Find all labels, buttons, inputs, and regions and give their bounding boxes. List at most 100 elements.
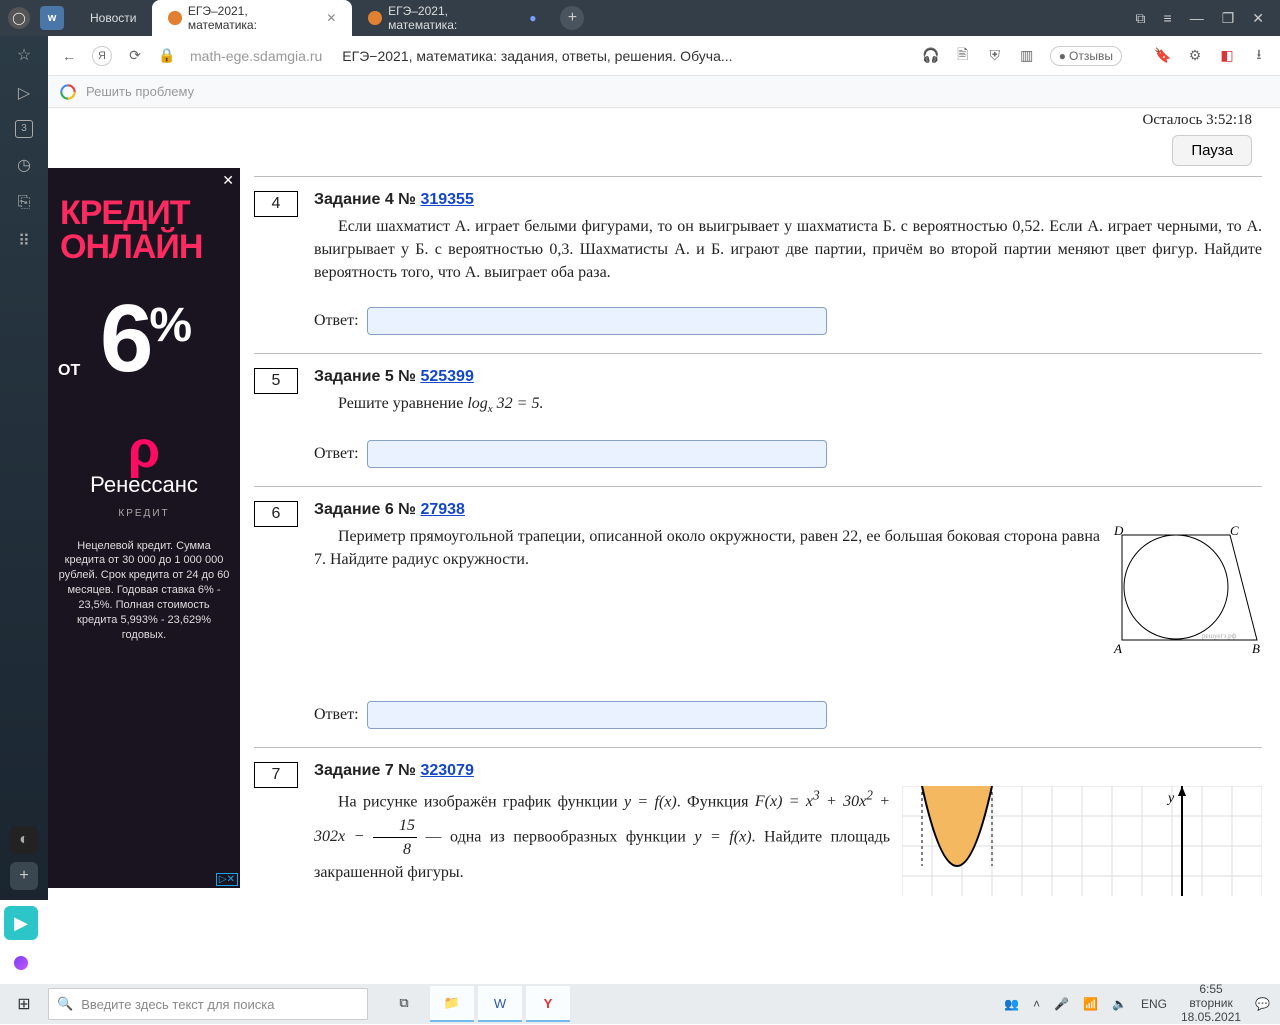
bookmark-icon[interactable]: 🔖 [1154,47,1172,64]
favorites-icon[interactable]: ☆ [13,44,35,66]
media-icon[interactable]: ▷ [13,82,35,104]
add-icon[interactable]: + [10,862,38,890]
task-4: 4 Задание 4 № 319355 Если шахматист А. и… [254,191,1262,335]
fig-label-y: y [1166,791,1175,806]
tab-label: ЕГЭ–2021, математика: [188,4,315,32]
vk-icon[interactable]: w [40,6,64,30]
mic-icon[interactable]: 🎤 [1054,997,1069,1011]
search-icon: 🔍 [57,996,73,1012]
shield-icon[interactable]: ⛨ [986,47,1004,64]
task-figure: y [902,786,1262,896]
tray-up-icon[interactable]: ˄ [1033,997,1040,1011]
yandex-browser-icon[interactable]: Y [526,986,570,1022]
stats-icon[interactable]: ▥ [1018,47,1036,64]
volume-icon[interactable]: 🔈 [1112,997,1127,1011]
explorer-icon[interactable]: 📁 [430,986,474,1022]
task-7: 7 Задание 7 № 323079 y На рисунке изобра… [254,762,1262,884]
ad-close-icon[interactable]: ✕ [222,172,234,189]
lock-icon: 🔒 [158,47,176,64]
google-icon [60,84,76,100]
task-text: Если шахматист А. играет белыми фигурами… [314,215,1262,285]
task-id-link[interactable]: 319355 [420,191,473,208]
task-title-text: Задание 4 № [314,191,420,208]
close-icon[interactable]: ✕ [326,11,336,25]
answer-label: Ответ: [314,445,359,463]
maximize-icon[interactable]: ❐ [1222,10,1235,27]
time-text: 6:55 [1181,983,1241,997]
wifi-icon[interactable]: 📶 [1083,997,1098,1011]
close-window-icon[interactable]: ✕ [1252,10,1264,27]
music-app-icon[interactable]: ▶ [4,906,38,940]
pause-button[interactable]: Пауза [1172,135,1252,166]
windows-taskbar: ⊞ 🔍 Введите здесь текст для поиска ⧉ 📁 W… [0,984,1280,1024]
task-text: Периметр прямоугольной трапеции, описанн… [314,525,1102,571]
language-indicator[interactable]: ENG [1141,997,1167,1011]
fig-label-B: B [1252,641,1260,655]
word-icon[interactable]: W [478,986,522,1022]
task-title-text: Задание 7 № [314,762,420,779]
task-5: 5 Задание 5 № 525399 Решите уравнение lo… [254,368,1262,468]
floating-dock: ▶ [4,906,38,980]
clock[interactable]: 6:55 вторник 18.05.2021 [1181,983,1241,1024]
answer-input[interactable] [367,307,827,335]
task-id-link[interactable]: 525399 [420,368,473,385]
tab-label: ЕГЭ–2021, математика: [388,4,517,32]
ad-brand: Ренессанс [90,472,198,497]
separator [254,176,1262,177]
close-icon[interactable]: ● [529,11,536,25]
task-id-link[interactable]: 27938 [420,501,465,518]
task-number: 6 [254,501,298,527]
adchoices-icon[interactable]: ▷✕ [216,873,238,886]
separator [254,747,1262,748]
task-number: 5 [254,368,298,394]
ad-logo-icon: ρ [48,430,240,472]
task-text-pre: Решите уравнение [338,395,467,412]
tab-active[interactable]: ЕГЭ–2021, математика: ✕ [152,0,352,36]
notifications-icon[interactable]: 💬 [1255,997,1270,1011]
alice-icon[interactable] [4,946,38,980]
ad-fineprint: Нецелевой кредит. Сумма кредита от 30 00… [48,519,240,663]
page-title: ЕГЭ−2021, математика: задания, ответы, р… [342,48,907,64]
extension-icon[interactable]: ⚙ [1186,47,1204,64]
url-text[interactable]: math-ege.sdamgia.ru [190,48,322,64]
back-icon[interactable]: ← [60,48,78,64]
reviews-label: Отзывы [1069,49,1113,63]
tab-inactive[interactable]: ЕГЭ–2021, математика: ● [352,0,552,36]
reviews-button[interactable]: ●Отзывы [1050,46,1122,66]
task-text: Решите уравнение logx 32 = 5. [314,392,1262,418]
timer-label: Осталось [1143,112,1203,128]
page-content: ✕ КРЕДИТОНЛАЙН ОТ6% ρРенессанс КРЕДИТ Не… [48,108,1280,900]
task-id-link[interactable]: 323079 [420,762,473,779]
ad-pctsign: % [149,299,188,352]
pin-app-icon[interactable]: ◐ [10,826,38,854]
reload-icon[interactable]: ⟳ [126,47,144,64]
collections-icon[interactable]: 3 [15,120,33,138]
apps-icon[interactable]: ⠿ [13,230,35,252]
ad-banner[interactable]: ✕ КРЕДИТОНЛАЙН ОТ6% ρРенессанс КРЕДИТ Не… [48,168,240,888]
browser-sidebar: ☆ ▷ 3 ◷ ⎘ ⠿ ◐ + [0,36,48,900]
new-tab-button[interactable]: + [560,6,584,30]
profile-icon[interactable]: ◯ [8,7,30,29]
minimize-icon[interactable]: — [1190,10,1204,27]
task-view-icon[interactable]: ⧉ [382,986,426,1022]
answer-input[interactable] [367,701,827,729]
headphones-icon[interactable]: 🎧 [922,47,940,64]
t7-t2: — одна из первообразных функции [426,828,695,845]
translate-icon[interactable]: 🖹 [954,44,972,68]
pdf-icon[interactable]: ◧ [1218,47,1236,64]
people-icon[interactable]: 👥 [1004,997,1019,1011]
tab-news[interactable]: Новости [74,0,152,36]
search-suggestion-bar: Решить проблему [0,76,1280,108]
favicon-icon [168,11,181,25]
services-icon[interactable]: ⎘ [13,192,35,214]
history-icon[interactable]: ◷ [13,154,35,176]
download-icon[interactable]: ⭳ [1250,44,1268,68]
start-button[interactable]: ⊞ [0,994,48,1014]
menu-icon[interactable]: ≡ [1164,10,1172,27]
yandex-icon[interactable]: Я [92,46,112,66]
panel-icon[interactable]: ⧉ [1136,10,1146,27]
taskbar-search[interactable]: 🔍 Введите здесь текст для поиска [48,988,368,1020]
answer-input[interactable] [367,440,827,468]
ad-percent: 6 [100,285,149,392]
search-placeholder[interactable]: Решить проблему [86,84,194,99]
